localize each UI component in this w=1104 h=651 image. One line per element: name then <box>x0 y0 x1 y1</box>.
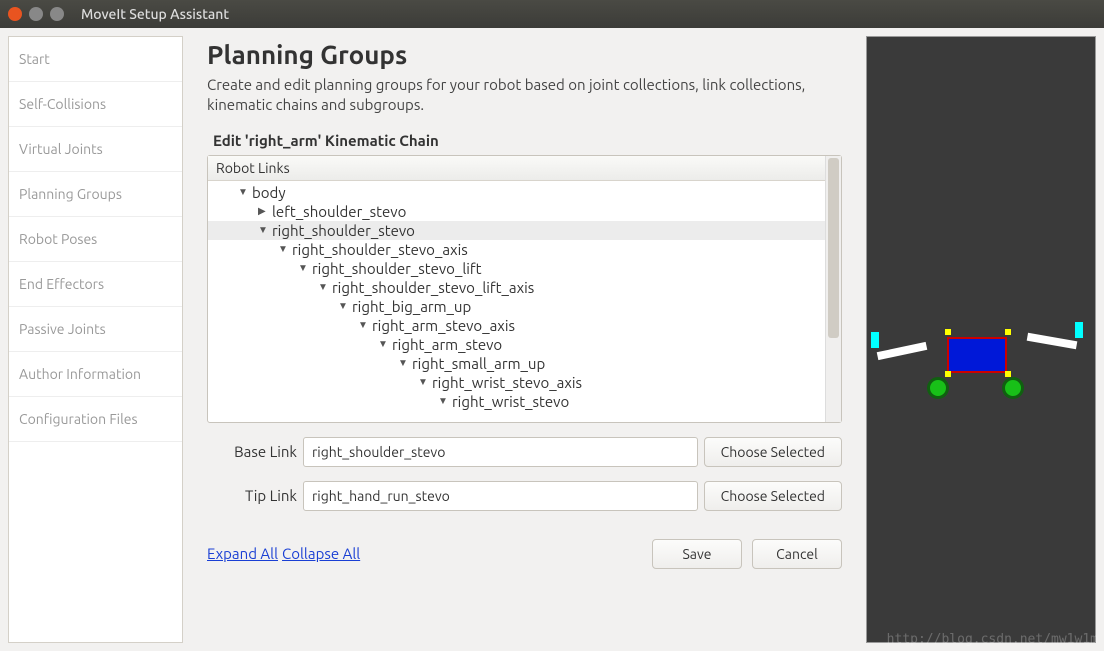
sidebar-item-end-effectors[interactable]: End Effectors <box>9 262 182 307</box>
tree-row-label: right_arm_stevo_axis <box>372 317 515 334</box>
sidebar-item-robot-poses[interactable]: Robot Poses <box>9 217 182 262</box>
tree-row-label: right_shoulder_stevo_lift_axis <box>332 279 534 296</box>
sidebar-item-self-collisions[interactable]: Self-Collisions <box>9 82 182 127</box>
base-link-label: Base Link <box>207 443 297 460</box>
tree-row-label: right_shoulder_stevo <box>272 222 415 239</box>
tree-row[interactable]: right_shoulder_stevo_axis <box>208 240 825 259</box>
watermark: http://blog.csdn.net/mw1w1m <box>887 632 1098 647</box>
base-link-choose-button[interactable]: Choose Selected <box>704 437 842 467</box>
tree-row[interactable]: left_shoulder_stevo <box>208 202 825 221</box>
chevron-down-icon[interactable] <box>418 376 428 388</box>
chevron-right-icon[interactable] <box>258 205 268 217</box>
base-link-input[interactable] <box>303 437 698 467</box>
tree-row[interactable]: right_shoulder_stevo <box>208 221 825 240</box>
tree-row-label: right_small_arm_up <box>412 355 545 372</box>
tree-body: body left_shoulder_stevo right_shoulder_st… <box>208 181 825 413</box>
tree-row-label: right_wrist_stevo_axis <box>432 374 582 391</box>
window-maximize-button[interactable] <box>50 7 64 21</box>
page-title: Planning Groups <box>207 40 842 69</box>
tree-header[interactable]: Robot Links <box>208 156 825 181</box>
tree-row-label: right_wrist_stevo <box>452 393 569 410</box>
tree-row-label: body <box>252 184 286 201</box>
window-title: MoveIt Setup Assistant <box>81 6 229 22</box>
sidebar-item-virtual-joints[interactable]: Virtual Joints <box>9 127 182 172</box>
window-close-button[interactable] <box>8 7 22 21</box>
collapse-all-link[interactable]: Collapse All <box>282 545 360 562</box>
chevron-down-icon[interactable] <box>318 281 328 293</box>
robot-links-tree: Robot Links body left_shoulder_stevoright… <box>207 155 842 423</box>
tree-row-label: right_shoulder_stevo_lift <box>312 260 482 277</box>
page-subtitle: Create and edit planning groups for your… <box>207 75 842 116</box>
tree-scrollbar[interactable] <box>825 156 841 422</box>
chevron-down-icon[interactable] <box>398 357 408 369</box>
tree-row[interactable]: right_arm_stevo <box>208 335 825 354</box>
cancel-button[interactable]: Cancel <box>752 539 842 569</box>
sidebar: Start Self-Collisions Virtual Joints Pla… <box>8 36 183 643</box>
sidebar-item-author-information[interactable]: Author Information <box>9 352 182 397</box>
robot-render <box>867 307 1095 427</box>
tree-row-label: left_shoulder_stevo <box>272 203 406 220</box>
bottom-bar: Expand All Collapse All Save Cancel <box>207 539 842 569</box>
chevron-down-icon[interactable] <box>278 243 288 255</box>
chevron-down-icon[interactable] <box>438 395 448 407</box>
window-minimize-button[interactable] <box>29 7 43 21</box>
tip-link-input[interactable] <box>303 481 698 511</box>
window-titlebar: MoveIt Setup Assistant <box>0 0 1104 28</box>
save-button[interactable]: Save <box>652 539 742 569</box>
tree-row[interactable]: right_small_arm_up <box>208 354 825 373</box>
main-panel: Planning Groups Create and edit planning… <box>191 36 858 643</box>
tree-row[interactable]: right_big_arm_up <box>208 297 825 316</box>
sidebar-item-planning-groups[interactable]: Planning Groups <box>9 172 182 217</box>
base-link-row: Base Link Choose Selected <box>207 437 842 467</box>
tree-scroll: Robot Links body left_shoulder_stevoright… <box>208 156 825 422</box>
tree-row[interactable]: body <box>208 183 825 202</box>
tree-scrollbar-thumb[interactable] <box>828 158 839 338</box>
sidebar-item-start[interactable]: Start <box>9 37 182 82</box>
robot-3d-viewport[interactable] <box>866 36 1096 643</box>
tree-row-label: right_arm_stevo <box>392 336 502 353</box>
tree-row-label: right_shoulder_stevo_axis <box>292 241 468 258</box>
section-label: Edit 'right_arm' Kinematic Chain <box>207 132 842 149</box>
app-root: Start Self-Collisions Virtual Joints Pla… <box>0 28 1104 651</box>
sidebar-item-passive-joints[interactable]: Passive Joints <box>9 307 182 352</box>
chevron-down-icon[interactable] <box>338 300 348 312</box>
tree-row[interactable]: right_shoulder_stevo_lift_axis <box>208 278 825 297</box>
chevron-down-icon[interactable] <box>238 186 248 198</box>
tip-link-label: Tip Link <box>207 487 297 504</box>
tree-row[interactable]: right_shoulder_stevo_lift <box>208 259 825 278</box>
tree-row[interactable]: right_wrist_stevo <box>208 392 825 411</box>
chevron-down-icon[interactable] <box>358 319 368 331</box>
tree-row[interactable]: right_wrist_stevo_axis <box>208 373 825 392</box>
chevron-down-icon[interactable] <box>378 338 388 350</box>
chevron-down-icon[interactable] <box>258 224 268 236</box>
tree-row[interactable]: right_arm_stevo_axis <box>208 316 825 335</box>
chevron-down-icon[interactable] <box>298 262 308 274</box>
tip-link-row: Tip Link Choose Selected <box>207 481 842 511</box>
tip-link-choose-button[interactable]: Choose Selected <box>704 481 842 511</box>
tree-row-label: right_big_arm_up <box>352 298 471 315</box>
expand-all-link[interactable]: Expand All <box>207 545 278 562</box>
sidebar-item-configuration-files[interactable]: Configuration Files <box>9 397 182 442</box>
